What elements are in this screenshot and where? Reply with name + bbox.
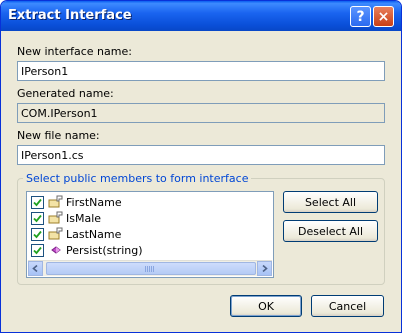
member-label: Persist(string) (66, 243, 143, 257)
checkmark-icon (33, 246, 42, 254)
close-button[interactable]: × (373, 6, 394, 27)
interface-name-input[interactable]: IPerson1 (17, 61, 385, 81)
member-label: LastName (66, 227, 122, 241)
members-group-label: Select public members to form interface (23, 172, 252, 185)
select-all-button[interactable]: Select All (283, 191, 378, 213)
select-all-label: Select All (304, 195, 357, 209)
extract-interface-dialog: Extract Interface ? × New interface name… (0, 0, 402, 333)
ok-button[interactable]: OK (230, 295, 302, 317)
checkbox-ismale[interactable] (31, 211, 44, 225)
member-label: IsMale (66, 211, 102, 225)
file-name-input[interactable]: IPerson1.cs (17, 145, 385, 165)
chevron-left-icon (32, 265, 38, 272)
chevron-right-icon (262, 265, 268, 272)
member-label: FirstName (66, 195, 122, 209)
help-icon: ? (356, 8, 365, 25)
file-name-label: New file name: (17, 129, 100, 142)
deselect-all-label: Deselect All (297, 224, 364, 238)
checkmark-icon (33, 230, 42, 238)
property-icon (48, 211, 63, 224)
ok-label: OK (258, 299, 274, 313)
grip-icon (145, 266, 155, 272)
property-icon (48, 195, 63, 208)
member-item-ismale[interactable]: IsMale (31, 210, 101, 226)
method-icon (51, 246, 61, 254)
cancel-button[interactable]: Cancel (311, 295, 384, 317)
member-item-lastname[interactable]: LastName (31, 226, 121, 242)
cancel-label: Cancel (328, 299, 367, 313)
generated-name-label: Generated name: (17, 87, 114, 100)
checkbox-lastname[interactable] (31, 227, 44, 241)
member-item-firstname[interactable]: FirstName (31, 194, 122, 210)
title-bar[interactable]: Extract Interface ? × (1, 1, 401, 31)
deselect-all-button[interactable]: Deselect All (283, 220, 378, 242)
checkbox-firstname[interactable] (31, 195, 44, 209)
horizontal-scrollbar[interactable] (28, 260, 272, 276)
interface-name-label: New interface name: (17, 45, 132, 58)
generated-name-field: COM.IPerson1 (17, 103, 385, 123)
checkbox-persist[interactable] (31, 243, 44, 257)
interface-name-value: IPerson1 (21, 65, 69, 78)
checkmark-icon (33, 214, 42, 222)
close-icon: × (377, 8, 390, 25)
generated-name-value: COM.IPerson1 (21, 107, 98, 120)
window-title: Extract Interface (8, 8, 132, 23)
scroll-right-button[interactable] (257, 261, 272, 276)
help-button[interactable]: ? (350, 6, 371, 27)
checkmark-icon (33, 198, 42, 206)
file-name-value: IPerson1.cs (21, 149, 84, 162)
scroll-thumb[interactable] (46, 262, 256, 275)
member-item-persist[interactable]: Persist(string) (31, 242, 143, 258)
property-icon (48, 227, 63, 240)
members-list[interactable]: FirstName IsMale LastName Persist(string… (26, 191, 274, 278)
scroll-left-button[interactable] (28, 261, 43, 276)
